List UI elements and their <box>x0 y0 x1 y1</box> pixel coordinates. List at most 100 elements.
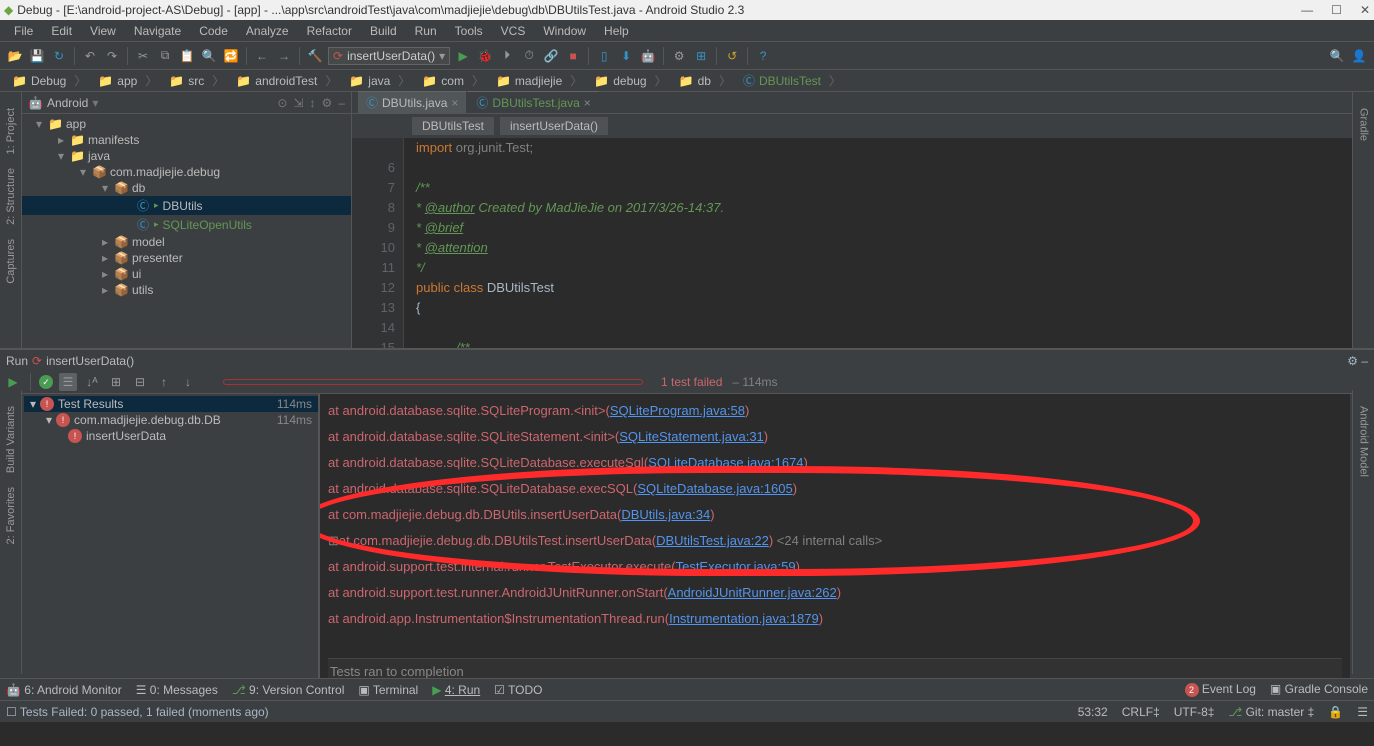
crumb-androidtest[interactable]: 📁androidTest〉 <box>230 71 343 90</box>
make-icon[interactable]: 🔨 <box>306 47 324 65</box>
avd-icon[interactable]: ▯ <box>595 47 613 65</box>
user-icon[interactable]: 👤 <box>1350 47 1368 65</box>
android-monitor-btn[interactable]: 🤖 6: Android Monitor <box>6 683 122 697</box>
project-view-title[interactable]: Android <box>47 96 88 110</box>
stack-link[interactable]: SQLiteDatabase.java:1674 <box>648 455 803 470</box>
settings-icon[interactable]: ⚙ <box>670 47 688 65</box>
collapse-icon[interactable]: ⊙ <box>277 96 287 110</box>
toggle-tools-icon[interactable]: ☐ <box>6 705 17 719</box>
tree-ui[interactable]: ▸📦ui <box>22 266 351 282</box>
tab-gradle[interactable]: Gradle <box>1356 102 1372 147</box>
memory-icon[interactable]: ☰ <box>1357 705 1368 719</box>
expand-icon[interactable]: ⇲ <box>293 96 303 110</box>
tab-dbutils[interactable]: ⒸDBUtils.java× <box>358 91 466 113</box>
rerun-icon[interactable]: ▶ <box>4 373 22 391</box>
menu-edit[interactable]: Edit <box>43 22 80 40</box>
stack-link[interactable]: SQLiteProgram.java:58 <box>610 403 745 418</box>
tab-favorites[interactable]: 2: Favorites <box>3 481 19 550</box>
help-icon[interactable]: ? <box>754 47 772 65</box>
ddms-icon[interactable]: 🤖 <box>639 47 657 65</box>
terminal-btn[interactable]: ▣ Terminal <box>358 683 418 697</box>
tree-dbutils[interactable]: Ⓒ▸DBUtils <box>22 196 351 215</box>
console[interactable]: at android.database.sqlite.SQLiteProgram… <box>320 394 1350 678</box>
tab-android-model[interactable]: Android Model <box>1356 400 1372 483</box>
menu-window[interactable]: Window <box>535 22 594 40</box>
sort-icon[interactable]: ↓ᴬ <box>83 373 101 391</box>
find-icon[interactable]: 🔍 <box>200 47 218 65</box>
messages-btn[interactable]: ☰ 0: Messages <box>136 683 218 697</box>
crumb-com[interactable]: 📁com〉 <box>416 71 490 90</box>
hide-icon[interactable]: – <box>338 96 345 110</box>
close-icon[interactable]: ✕ <box>1360 3 1370 17</box>
menu-tools[interactable]: Tools <box>447 22 491 40</box>
stack-link[interactable]: Instrumentation.java:1879 <box>669 611 819 626</box>
collapse-icon[interactable]: ⊟ <box>131 373 149 391</box>
save-icon[interactable]: 💾 <box>28 47 46 65</box>
sdk-icon[interactable]: ⬇ <box>617 47 635 65</box>
crumb-madjiejie[interactable]: 📁madjiejie〉 <box>490 71 588 90</box>
tree-pkg[interactable]: ▾📦com.madjiejie.debug <box>22 164 351 180</box>
minimize-icon[interactable]: — <box>1301 3 1313 17</box>
replace-icon[interactable]: 🔁 <box>222 47 240 65</box>
crumb-src[interactable]: 📁src〉 <box>163 71 230 90</box>
tree-model[interactable]: ▸📦model <box>22 234 351 250</box>
tab-close-icon[interactable]: × <box>451 96 458 110</box>
stack-link[interactable]: SQLiteDatabase.java:1605 <box>637 481 792 496</box>
menu-vcs[interactable]: VCS <box>493 22 534 40</box>
next-icon[interactable]: ↓ <box>179 373 197 391</box>
stack-link[interactable]: DBUtils.java:34 <box>621 507 710 522</box>
status-crlf[interactable]: CRLF‡ <box>1122 705 1160 719</box>
gradle-console-btn[interactable]: ▣ Gradle Console <box>1270 682 1368 697</box>
cut-icon[interactable]: ✂ <box>134 47 152 65</box>
structure-icon[interactable]: ⊞ <box>692 47 710 65</box>
tab-captures[interactable]: Captures <box>3 233 19 290</box>
menu-build[interactable]: Build <box>362 22 405 40</box>
forward-icon[interactable]: → <box>275 47 293 65</box>
test-tree[interactable]: ▾!Test Results 114ms ▾!com.madjiejie.deb… <box>24 394 320 678</box>
paste-icon[interactable]: 📋 <box>178 47 196 65</box>
lock-icon[interactable]: 🔒 <box>1328 705 1343 719</box>
tree-sqliteopen[interactable]: Ⓒ▸SQLiteOpenUtils <box>22 215 351 234</box>
scroll-icon[interactable]: ↕ <box>310 96 316 110</box>
crumb-app[interactable]: 📁app〉 <box>92 71 163 90</box>
crumb-db[interactable]: 📁db〉 <box>673 71 737 90</box>
sync-icon[interactable]: ↻ <box>50 47 68 65</box>
attach-icon[interactable]: 🔗 <box>542 47 560 65</box>
test-suite[interactable]: ▾!com.madjiejie.debug.db.DB 114ms <box>24 412 318 428</box>
ctx-class[interactable]: DBUtilsTest <box>412 117 494 135</box>
prev-icon[interactable]: ↑ <box>155 373 173 391</box>
menu-view[interactable]: View <box>82 22 124 40</box>
stop-icon[interactable]: ■ <box>564 47 582 65</box>
run-config-selector[interactable]: ⟳ insertUserData() ▾ <box>328 47 450 65</box>
sync-gradle-icon[interactable]: ↺ <box>723 47 741 65</box>
vcs-btn[interactable]: ⎇ 9: Version Control <box>232 683 345 697</box>
tab-dbutilstest[interactable]: ⒸDBUtilsTest.java× <box>468 91 598 113</box>
undo-icon[interactable]: ↶ <box>81 47 99 65</box>
menu-navigate[interactable]: Navigate <box>126 22 189 40</box>
crumb-debug2[interactable]: 📁debug〉 <box>588 71 672 90</box>
settings-icon[interactable]: ⚙ <box>322 96 333 110</box>
tab-build-variants[interactable]: Build Variants <box>3 400 19 479</box>
menu-analyze[interactable]: Analyze <box>238 22 297 40</box>
status-pos[interactable]: 53:32 <box>1078 705 1108 719</box>
expand-icon[interactable]: ⊞ <box>107 373 125 391</box>
tab-close-icon[interactable]: × <box>584 96 591 110</box>
project-tree[interactable]: ▾📁app ▸📁manifests ▾📁java ▾📦com.madjiejie… <box>22 114 351 348</box>
menu-code[interactable]: Code <box>191 22 236 40</box>
menu-file[interactable]: File <box>6 22 41 40</box>
editor-body[interactable]: 678 91011 121314 15 import org.junit.Tes… <box>352 138 1374 348</box>
stack-link[interactable]: AndroidJUnitRunner.java:262 <box>668 585 837 600</box>
tree-db[interactable]: ▾📦db <box>22 180 351 196</box>
tree-manifests[interactable]: ▸📁manifests <box>22 132 351 148</box>
crumb-java[interactable]: 📁java〉 <box>343 71 416 90</box>
code-area[interactable]: import org.junit.Test; /** * @author Cre… <box>404 138 1374 348</box>
tab-project[interactable]: 1: Project <box>3 102 19 160</box>
run-coverage-icon[interactable]: ⏵ <box>498 47 516 65</box>
toggle-icon[interactable]: ☰ <box>59 373 77 391</box>
ctx-method[interactable]: insertUserData() <box>500 117 608 135</box>
menu-help[interactable]: Help <box>596 22 637 40</box>
redo-icon[interactable]: ↷ <box>103 47 121 65</box>
pass-filter-icon[interactable]: ✓ <box>39 375 53 389</box>
status-git[interactable]: ⎇ Git: master ‡ <box>1228 705 1314 719</box>
status-enc[interactable]: UTF-8‡ <box>1174 705 1215 719</box>
